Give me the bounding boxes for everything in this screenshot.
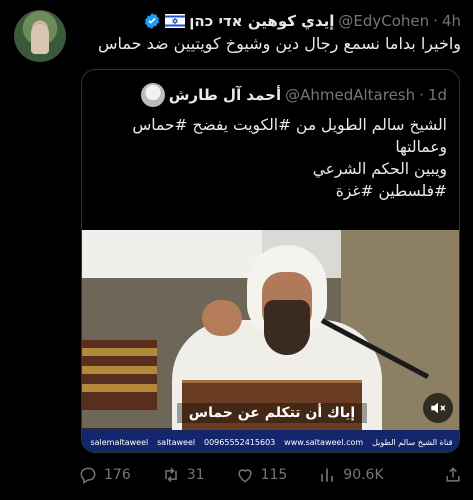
quoted-tweet[interactable]: أحمد آل طارش @AhmedAltaresh · 1d الشيخ س…	[81, 69, 460, 453]
tweet[interactable]: إيدي كوهين אדי כהן @EdyCohen · 4h واخيرا…	[0, 0, 473, 500]
reply-icon	[80, 467, 96, 484]
mute-button[interactable]	[423, 393, 453, 423]
israel-flag-icon	[165, 14, 186, 28]
quote-time[interactable]: 1d	[428, 86, 447, 104]
heart-icon	[237, 469, 252, 483]
quote-line: ويبين الحكم الشرعي	[312, 160, 447, 178]
banner-item: 00965552415603	[204, 437, 276, 447]
video-banner: salemaltaweel saltaweel 00965552415603 w…	[82, 430, 459, 452]
quote-line: وعمالتها	[395, 138, 447, 156]
quote-author-handle[interactable]: @AhmedAltaresh	[285, 86, 415, 104]
quote-line: الشيخ سالم الطويل من #الكويت يفضح #حماس	[132, 116, 447, 134]
reply-count: 176	[104, 467, 131, 483]
video-player[interactable]: إياك أن تتكلم عن حماس salemaltaweel salt…	[82, 230, 459, 452]
quote-text: الشيخ سالم الطويل من #الكويت يفضح #حماس …	[97, 114, 447, 202]
views-button[interactable]: 90.6K	[317, 465, 384, 485]
video-caption: إياك أن تتكلم عن حماس	[177, 403, 367, 423]
author-name[interactable]: إيدي كوهين אדי כהן	[189, 12, 334, 30]
verified-badge-icon	[145, 13, 160, 29]
repost-icon	[164, 467, 177, 483]
tweet-time[interactable]: 4h	[442, 12, 461, 30]
bookshelf	[82, 340, 157, 410]
like-button[interactable]: 115	[235, 465, 288, 485]
banner-item: salemaltaweel	[90, 437, 149, 447]
views-icon	[321, 468, 334, 482]
volume-muted-icon	[431, 402, 446, 414]
quote-header: أحمد آل طارش @AhmedAltaresh · 1d	[140, 83, 447, 107]
banner-item: قناة الشيخ سالم الطويل	[372, 437, 453, 447]
avatar-figure	[31, 24, 49, 54]
dot-separator: ·	[433, 12, 438, 30]
quote-dot-separator: ·	[419, 86, 424, 104]
author-avatar[interactable]	[14, 10, 66, 62]
repost-count: 31	[186, 467, 205, 483]
repost-button[interactable]: 31	[161, 465, 205, 485]
like-count: 115	[260, 467, 288, 483]
tweet-header: إيدي كوهين אדי כהן @EdyCohen · 4h	[143, 10, 461, 32]
share-icon	[446, 467, 460, 482]
tweet-text: واخيرا بداما نسمع رجال دين وشيوخ كويتيين…	[97, 34, 461, 53]
author-handle[interactable]: @EdyCohen	[338, 12, 429, 30]
quote-hashtags[interactable]: #فلسطين #غزة	[97, 180, 447, 202]
banner-item: www.saltaweel.com	[284, 437, 364, 447]
speaker-hand	[202, 300, 242, 336]
banner-item: saltaweel	[157, 437, 196, 447]
action-bar: 176 31 115 90.6K	[78, 462, 463, 488]
share-button[interactable]	[443, 465, 463, 485]
views-count: 90.6K	[343, 467, 384, 483]
speaker-beard	[264, 300, 310, 355]
reply-button[interactable]: 176	[78, 465, 131, 485]
quote-author-name[interactable]: أحمد آل طارش	[169, 86, 281, 104]
quote-avatar[interactable]	[140, 83, 165, 107]
